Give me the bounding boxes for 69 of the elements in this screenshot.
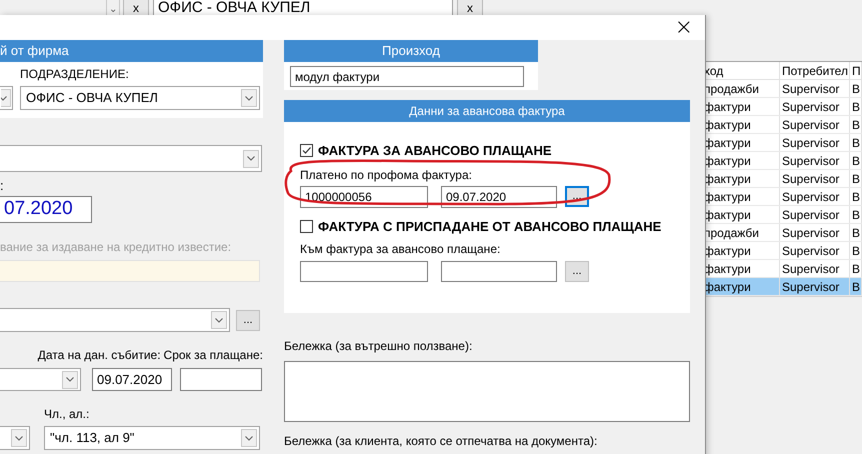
table-cell: В xyxy=(850,98,862,115)
field-label: Платено по профома фактура: xyxy=(300,166,473,184)
table-cell: В xyxy=(850,242,862,259)
table-cell: Supervisor xyxy=(780,170,850,187)
column-header[interactable]: Потребител xyxy=(780,62,850,79)
date-field[interactable]: 07.2020 xyxy=(0,196,92,223)
dropdown[interactable] xyxy=(0,86,13,110)
section-header: й от фирма xyxy=(0,40,263,62)
dropdown[interactable] xyxy=(0,426,30,450)
text-field[interactable] xyxy=(300,261,428,282)
table-cell: Supervisor xyxy=(780,260,850,277)
field-label: вание за издаване на кредитно известие: xyxy=(0,239,232,256)
table-cell: В xyxy=(850,188,862,205)
table-cell: Supervisor xyxy=(780,224,850,241)
table-cell: В xyxy=(850,116,862,133)
dropdown[interactable] xyxy=(0,368,81,391)
dropdown[interactable] xyxy=(0,145,262,172)
dropdown-caret-icon[interactable] xyxy=(243,150,259,168)
browse-button[interactable]: ... xyxy=(236,310,260,330)
table-cell: В xyxy=(850,278,862,295)
field-label: Чл., ал.: xyxy=(44,406,90,423)
dropdown[interactable]: ОФИС - ОВЧА КУПЕЛ xyxy=(20,86,260,110)
table-cell: Supervisor xyxy=(780,80,850,97)
table-cell: Supervisor xyxy=(780,278,850,295)
table-cell: Supervisor xyxy=(780,98,850,115)
checkbox-label: ФАКТУРА С ПРИСПАДАНЕ ОТ АВАНСОВО ПЛАЩАНЕ xyxy=(318,218,662,236)
field-label: Дата на дан. събитие: xyxy=(38,347,161,364)
field-label: Към фактура за авансово плащане: xyxy=(300,241,502,258)
clear-button[interactable]: x xyxy=(123,0,149,15)
field-label: ПОДРАЗДЕЛЕНИЕ: xyxy=(20,66,130,83)
table-cell: Supervisor xyxy=(780,206,850,223)
checkbox[interactable] xyxy=(300,144,313,158)
dropdown-caret-icon[interactable] xyxy=(11,429,27,447)
table-cell: В xyxy=(850,134,862,151)
field-label: Бележка (за клиента, която се отпечатва на документа): xyxy=(284,434,598,448)
text-field[interactable] xyxy=(441,261,557,282)
dropdown-caret-icon[interactable] xyxy=(211,311,227,329)
table-cell: Supervisor xyxy=(780,188,850,205)
filter-combo[interactable]: ОФИС - ОВЧА КУПЕЛ xyxy=(153,0,453,15)
note-field[interactable] xyxy=(284,361,690,422)
checkbox[interactable] xyxy=(300,220,313,233)
section-header: Произход xyxy=(284,40,538,62)
dropdown[interactable]: "чл. 113, ал 9" xyxy=(44,426,260,450)
clear-button[interactable]: x xyxy=(457,0,483,15)
table-cell: Supervisor xyxy=(780,152,850,169)
text-field[interactable] xyxy=(180,368,262,391)
dropdown-caret-icon[interactable] xyxy=(241,89,257,107)
column-header[interactable]: П xyxy=(850,62,862,79)
section-header: Данни за авансова фактура xyxy=(284,100,690,122)
dropdown-caret-icon[interactable] xyxy=(241,429,257,447)
field-label: Срок за плащане: xyxy=(164,347,263,364)
checkbox-label: ФАКТУРА ЗА АВАНСОВО ПЛАЩАНЕ xyxy=(318,142,552,160)
text-field[interactable]: модул фактури xyxy=(290,66,524,87)
dropdown-caret-icon[interactable] xyxy=(62,370,78,388)
date-field[interactable]: 09.07.2020 xyxy=(92,368,172,391)
table-cell: В xyxy=(850,170,862,187)
table-cell: Supervisor xyxy=(780,242,850,259)
browse-button[interactable]: ... xyxy=(565,261,589,282)
table-cell: Supervisor xyxy=(780,116,850,133)
close-button[interactable]: × xyxy=(674,16,693,38)
table-cell: В xyxy=(850,152,862,169)
table-cell: В xyxy=(850,260,862,277)
table-cell: В xyxy=(850,206,862,223)
table-cell: Supervisor xyxy=(780,134,850,151)
table-cell: В xyxy=(850,80,862,97)
dropdown[interactable] xyxy=(0,308,230,332)
field-label: : xyxy=(0,178,5,193)
field-label: Бележка (за вътрешно ползване): xyxy=(284,338,474,355)
table-cell: В xyxy=(850,224,862,241)
